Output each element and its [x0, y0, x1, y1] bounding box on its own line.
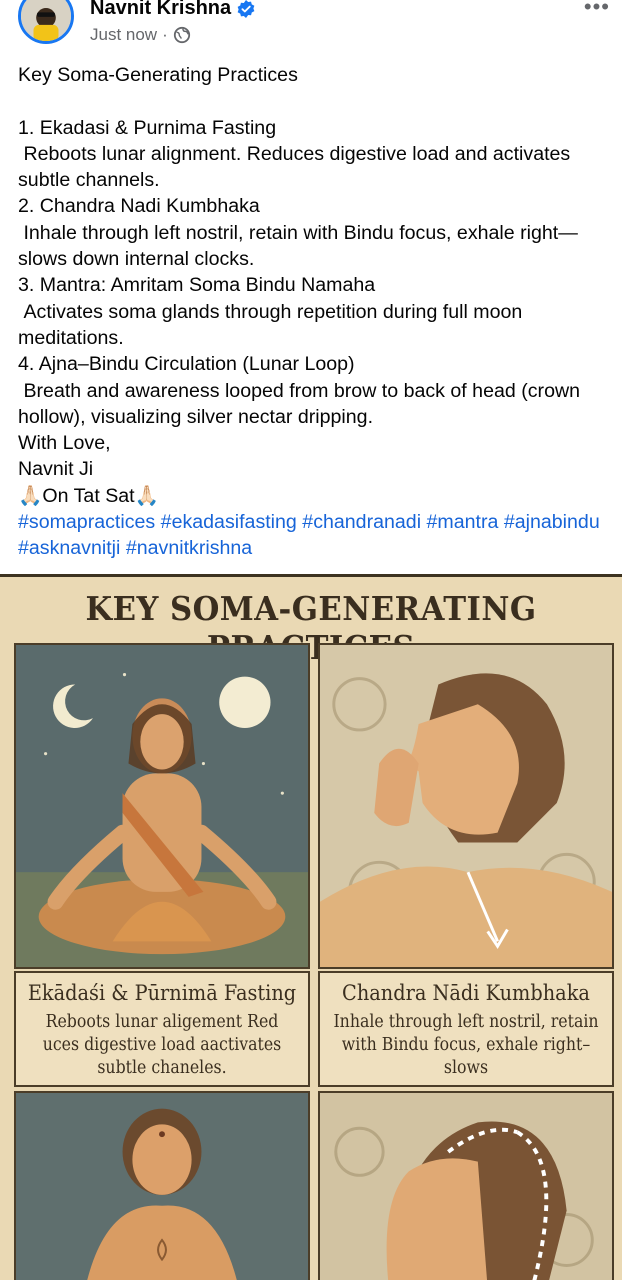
- lunar-loop-illustration: [320, 1093, 612, 1280]
- author-name-row: Navnit Krishna: [90, 0, 255, 20]
- post-line: 3. Mantra: Amritam Soma Bindu Namaha: [18, 274, 376, 297]
- bindu-figure-illustration: [16, 1093, 308, 1280]
- post-meta: Just now ·: [90, 25, 191, 45]
- meditating-figure-illustration: [16, 645, 308, 967]
- post-line: 4. Ajna–Bindu Circulation (Lunar Loop): [18, 353, 355, 376]
- globe-icon: [173, 26, 190, 44]
- panel-kumbhaka-illustration: [318, 643, 614, 969]
- post-line: Inhale through left nostril, retain with…: [18, 221, 578, 271]
- hashtag-link[interactable]: #ekadasifasting: [161, 511, 297, 533]
- post-line: With Love,: [18, 432, 111, 455]
- hashtag-link[interactable]: #chandranadi: [302, 511, 421, 533]
- hashtag-link[interactable]: #ajnabindu: [504, 511, 600, 533]
- post-line: 2. Chandra Nadi Kumbhaka: [18, 195, 260, 218]
- hashtag-link[interactable]: #asknavnitji: [18, 537, 120, 559]
- author-name[interactable]: Navnit Krishna: [90, 0, 231, 20]
- post-line: Navnit Ji: [18, 458, 94, 481]
- panel-fasting-illustration: [14, 643, 310, 969]
- post-title: Key Soma-Generating Practices: [18, 64, 298, 86]
- hashtag-list: #somapractices #ekadasifasting #chandran…: [18, 509, 614, 562]
- hashtag-link[interactable]: #somapractices: [18, 511, 155, 533]
- panel-title: Chandra Nādi Kumbhaka: [342, 981, 590, 1005]
- post-line: 1. Ekadasi & Purnima Fasting: [18, 116, 277, 139]
- post-line: Activates soma glands through repetition…: [18, 300, 528, 349]
- post-line: Reboots lunar alignment. Reduces digesti…: [18, 142, 576, 192]
- verified-badge-icon: [237, 0, 255, 18]
- panel-ajna-illustration: [318, 1091, 614, 1280]
- nostril-breathing-illustration: [320, 645, 612, 967]
- panel-description: Reboots lunar aligement Red uces digesti…: [42, 1012, 282, 1078]
- post-line: 🙏🏻On Tat Sat🙏🏻: [18, 484, 160, 507]
- post-time[interactable]: Just now: [90, 25, 157, 45]
- avatar-image: [21, 0, 71, 41]
- post-header: Navnit Krishna Just now · •••: [0, 0, 622, 56]
- avatar[interactable]: [18, 0, 74, 44]
- hashtag-link[interactable]: #navnitkrishna: [126, 537, 252, 559]
- post-image[interactable]: KEY SOMA-GENERATING PRACTICES Ekādaśi & …: [0, 574, 622, 1280]
- post-body: Key Soma-Generating Practices 1. Ekadasi…: [18, 62, 614, 562]
- panel-mantra-illustration: [14, 1091, 310, 1280]
- post-line: Breath and awareness looped from brow to…: [18, 379, 586, 428]
- panel-title: Ekādaśi & Pūrnimā Fasting: [27, 981, 297, 1005]
- panel-description: Inhale through left nostril, retain with…: [333, 1012, 599, 1078]
- more-options-button[interactable]: •••: [584, 0, 610, 20]
- meta-separator: ·: [162, 25, 168, 44]
- hashtag-link[interactable]: #mantra: [427, 511, 499, 533]
